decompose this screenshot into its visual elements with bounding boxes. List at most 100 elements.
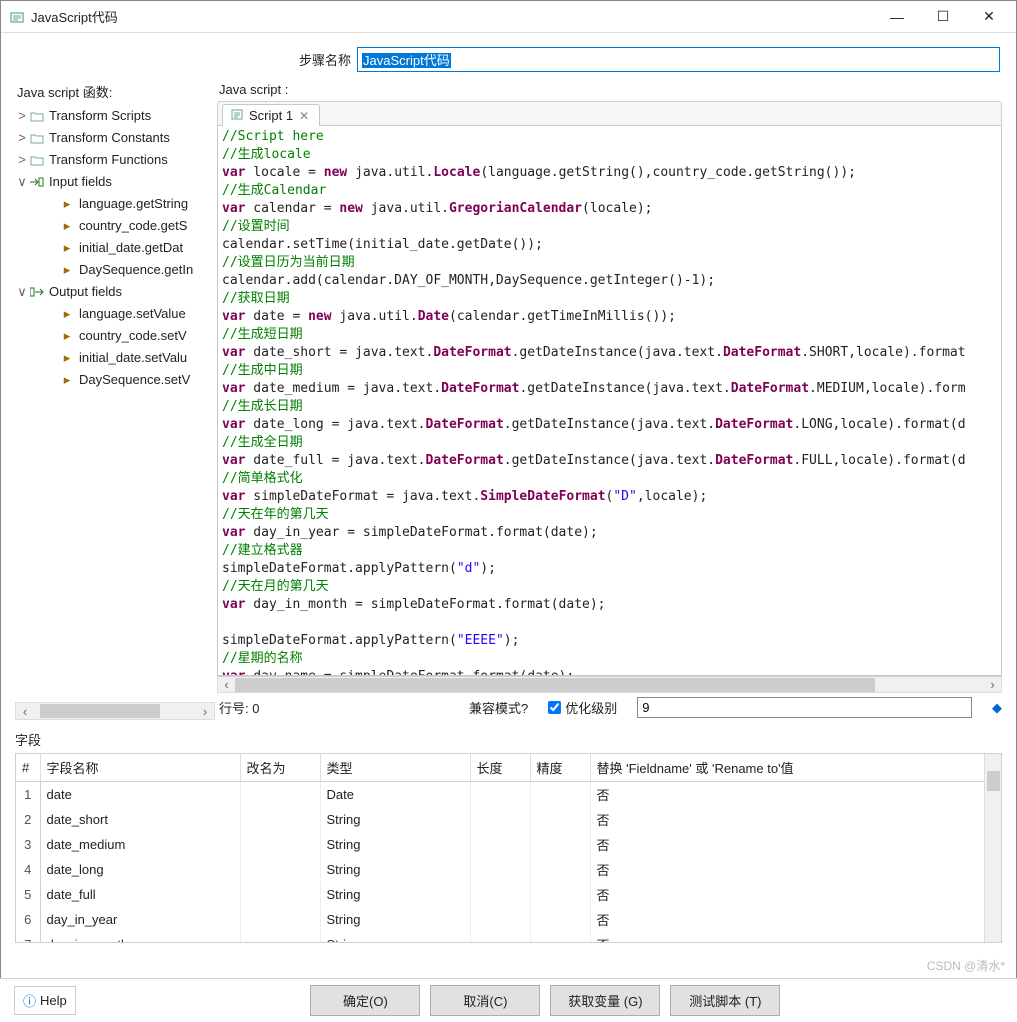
cell-name[interactable]: date_full <box>40 882 240 907</box>
tree-item[interactable]: ▸DaySequence.setV <box>15 369 215 391</box>
cell-len[interactable] <box>470 882 530 907</box>
scroll-left-icon[interactable]: ‹ <box>16 704 34 719</box>
tree-item[interactable]: ▸language.setValue <box>15 303 215 325</box>
cell-type[interactable]: String <box>320 882 470 907</box>
tree-item-label: language.setValue <box>79 303 186 325</box>
opt-level-input[interactable] <box>637 697 972 718</box>
tree-item[interactable]: ▸country_code.setV <box>15 325 215 347</box>
cell-type[interactable]: Date <box>320 782 470 808</box>
cell-len[interactable] <box>470 782 530 808</box>
help-button[interactable]: ⓘ Help <box>14 986 76 1015</box>
tree-hscroll[interactable]: ‹ › <box>15 702 215 720</box>
cell-len[interactable] <box>470 857 530 882</box>
table-row[interactable]: 3date_mediumString否 <box>16 832 1001 857</box>
tree-item[interactable]: >Transform Functions <box>15 149 215 171</box>
cell-len[interactable] <box>470 807 530 832</box>
function-tree[interactable]: >Transform Scripts>Transform Constants>T… <box>15 105 215 700</box>
table-row[interactable]: 6day_in_yearString否 <box>16 907 1001 932</box>
cell-name[interactable]: date_medium <box>40 832 240 857</box>
tab-close-icon[interactable]: ✕ <box>299 109 309 123</box>
compat-checkbox[interactable] <box>548 701 561 714</box>
cell-rename[interactable] <box>240 832 320 857</box>
cell-prec[interactable] <box>530 907 590 932</box>
field-icon: ▸ <box>59 329 75 343</box>
step-name-input[interactable]: JavaScript代码 <box>357 47 1000 72</box>
tree-item[interactable]: ▸country_code.getS <box>15 215 215 237</box>
cell-name[interactable]: date_long <box>40 857 240 882</box>
cell-name[interactable]: day_in_month <box>40 932 240 943</box>
col-header[interactable]: 类型 <box>320 754 470 782</box>
col-header[interactable]: 精度 <box>530 754 590 782</box>
cell-rename[interactable] <box>240 907 320 932</box>
cell-type[interactable]: String <box>320 832 470 857</box>
cell-len[interactable] <box>470 832 530 857</box>
col-header[interactable]: # <box>16 754 40 782</box>
expand-toggle[interactable]: > <box>15 105 29 127</box>
cell-type[interactable]: String <box>320 857 470 882</box>
expand-toggle[interactable]: ∨ <box>15 281 29 303</box>
fields-table[interactable]: #字段名称改名为类型长度精度替换 'Fieldname' 或 'Rename t… <box>15 753 1002 943</box>
expand-toggle[interactable]: > <box>15 127 29 149</box>
scroll-right-icon[interactable]: › <box>196 704 214 719</box>
close-button[interactable]: ✕ <box>966 2 1012 32</box>
cell-replace[interactable]: 否 <box>590 907 1001 932</box>
table-row[interactable]: 1dateDate否 <box>16 782 1001 808</box>
cell-rename[interactable] <box>240 932 320 943</box>
cell-rename[interactable] <box>240 782 320 808</box>
cell-len[interactable] <box>470 907 530 932</box>
cell-rename[interactable] <box>240 882 320 907</box>
table-vscroll[interactable] <box>984 754 1001 942</box>
tree-item[interactable]: ▸initial_date.setValu <box>15 347 215 369</box>
maximize-button[interactable]: ☐ <box>920 2 966 32</box>
scroll-thumb[interactable] <box>987 771 1000 791</box>
col-header[interactable]: 替换 'Fieldname' 或 'Rename to'值 <box>590 754 1001 782</box>
cell-rename[interactable] <box>240 807 320 832</box>
cell-prec[interactable] <box>530 882 590 907</box>
cell-rename[interactable] <box>240 857 320 882</box>
cell-type[interactable]: String <box>320 932 470 943</box>
cell-prec[interactable] <box>530 932 590 943</box>
cell-replace[interactable]: 否 <box>590 832 1001 857</box>
cell-name[interactable]: date <box>40 782 240 808</box>
col-header[interactable]: 字段名称 <box>40 754 240 782</box>
minimize-button[interactable]: — <box>874 2 920 32</box>
code-editor[interactable]: //Script here //生成locale var locale = ne… <box>217 125 1002 676</box>
cell-replace[interactable]: 否 <box>590 807 1001 832</box>
scroll-thumb[interactable] <box>40 704 160 718</box>
editor-hscroll[interactable]: ‹ › <box>217 676 1002 693</box>
table-row[interactable]: 2date_shortString否 <box>16 807 1001 832</box>
expand-toggle[interactable]: ∨ <box>15 171 29 193</box>
cell-name[interactable]: date_short <box>40 807 240 832</box>
get-vars-button[interactable]: 获取变量 (G) <box>550 985 660 1016</box>
col-header[interactable]: 改名为 <box>240 754 320 782</box>
cell-replace[interactable]: 否 <box>590 932 1001 943</box>
tree-item[interactable]: ▸DaySequence.getIn <box>15 259 215 281</box>
cell-prec[interactable] <box>530 832 590 857</box>
tree-item[interactable]: ▸language.getString <box>15 193 215 215</box>
tree-item[interactable]: ▸initial_date.getDat <box>15 237 215 259</box>
ok-button[interactable]: 确定(O) <box>310 985 420 1016</box>
cell-replace[interactable]: 否 <box>590 857 1001 882</box>
cancel-button[interactable]: 取消(C) <box>430 985 540 1016</box>
cell-prec[interactable] <box>530 782 590 808</box>
table-row[interactable]: 5date_fullString否 <box>16 882 1001 907</box>
cell-type[interactable]: String <box>320 907 470 932</box>
col-header[interactable]: 长度 <box>470 754 530 782</box>
scroll-right-icon[interactable]: › <box>984 677 1001 692</box>
cell-type[interactable]: String <box>320 807 470 832</box>
cell-prec[interactable] <box>530 857 590 882</box>
cell-name[interactable]: day_in_year <box>40 907 240 932</box>
table-row[interactable]: 4date_longString否 <box>16 857 1001 882</box>
scroll-thumb[interactable] <box>235 678 875 692</box>
tree-item[interactable]: >Transform Scripts <box>15 105 215 127</box>
test-script-button[interactable]: 测试脚本 (T) <box>670 985 780 1016</box>
table-row[interactable]: 7day_in_monthString否 <box>16 932 1001 943</box>
expand-toggle[interactable]: > <box>15 149 29 171</box>
cell-replace[interactable]: 否 <box>590 782 1001 808</box>
cell-len[interactable] <box>470 932 530 943</box>
tab-script-1[interactable]: Script 1 ✕ <box>222 104 320 126</box>
tree-item[interactable]: >Transform Constants <box>15 127 215 149</box>
scroll-left-icon[interactable]: ‹ <box>218 677 235 692</box>
cell-prec[interactable] <box>530 807 590 832</box>
cell-replace[interactable]: 否 <box>590 882 1001 907</box>
